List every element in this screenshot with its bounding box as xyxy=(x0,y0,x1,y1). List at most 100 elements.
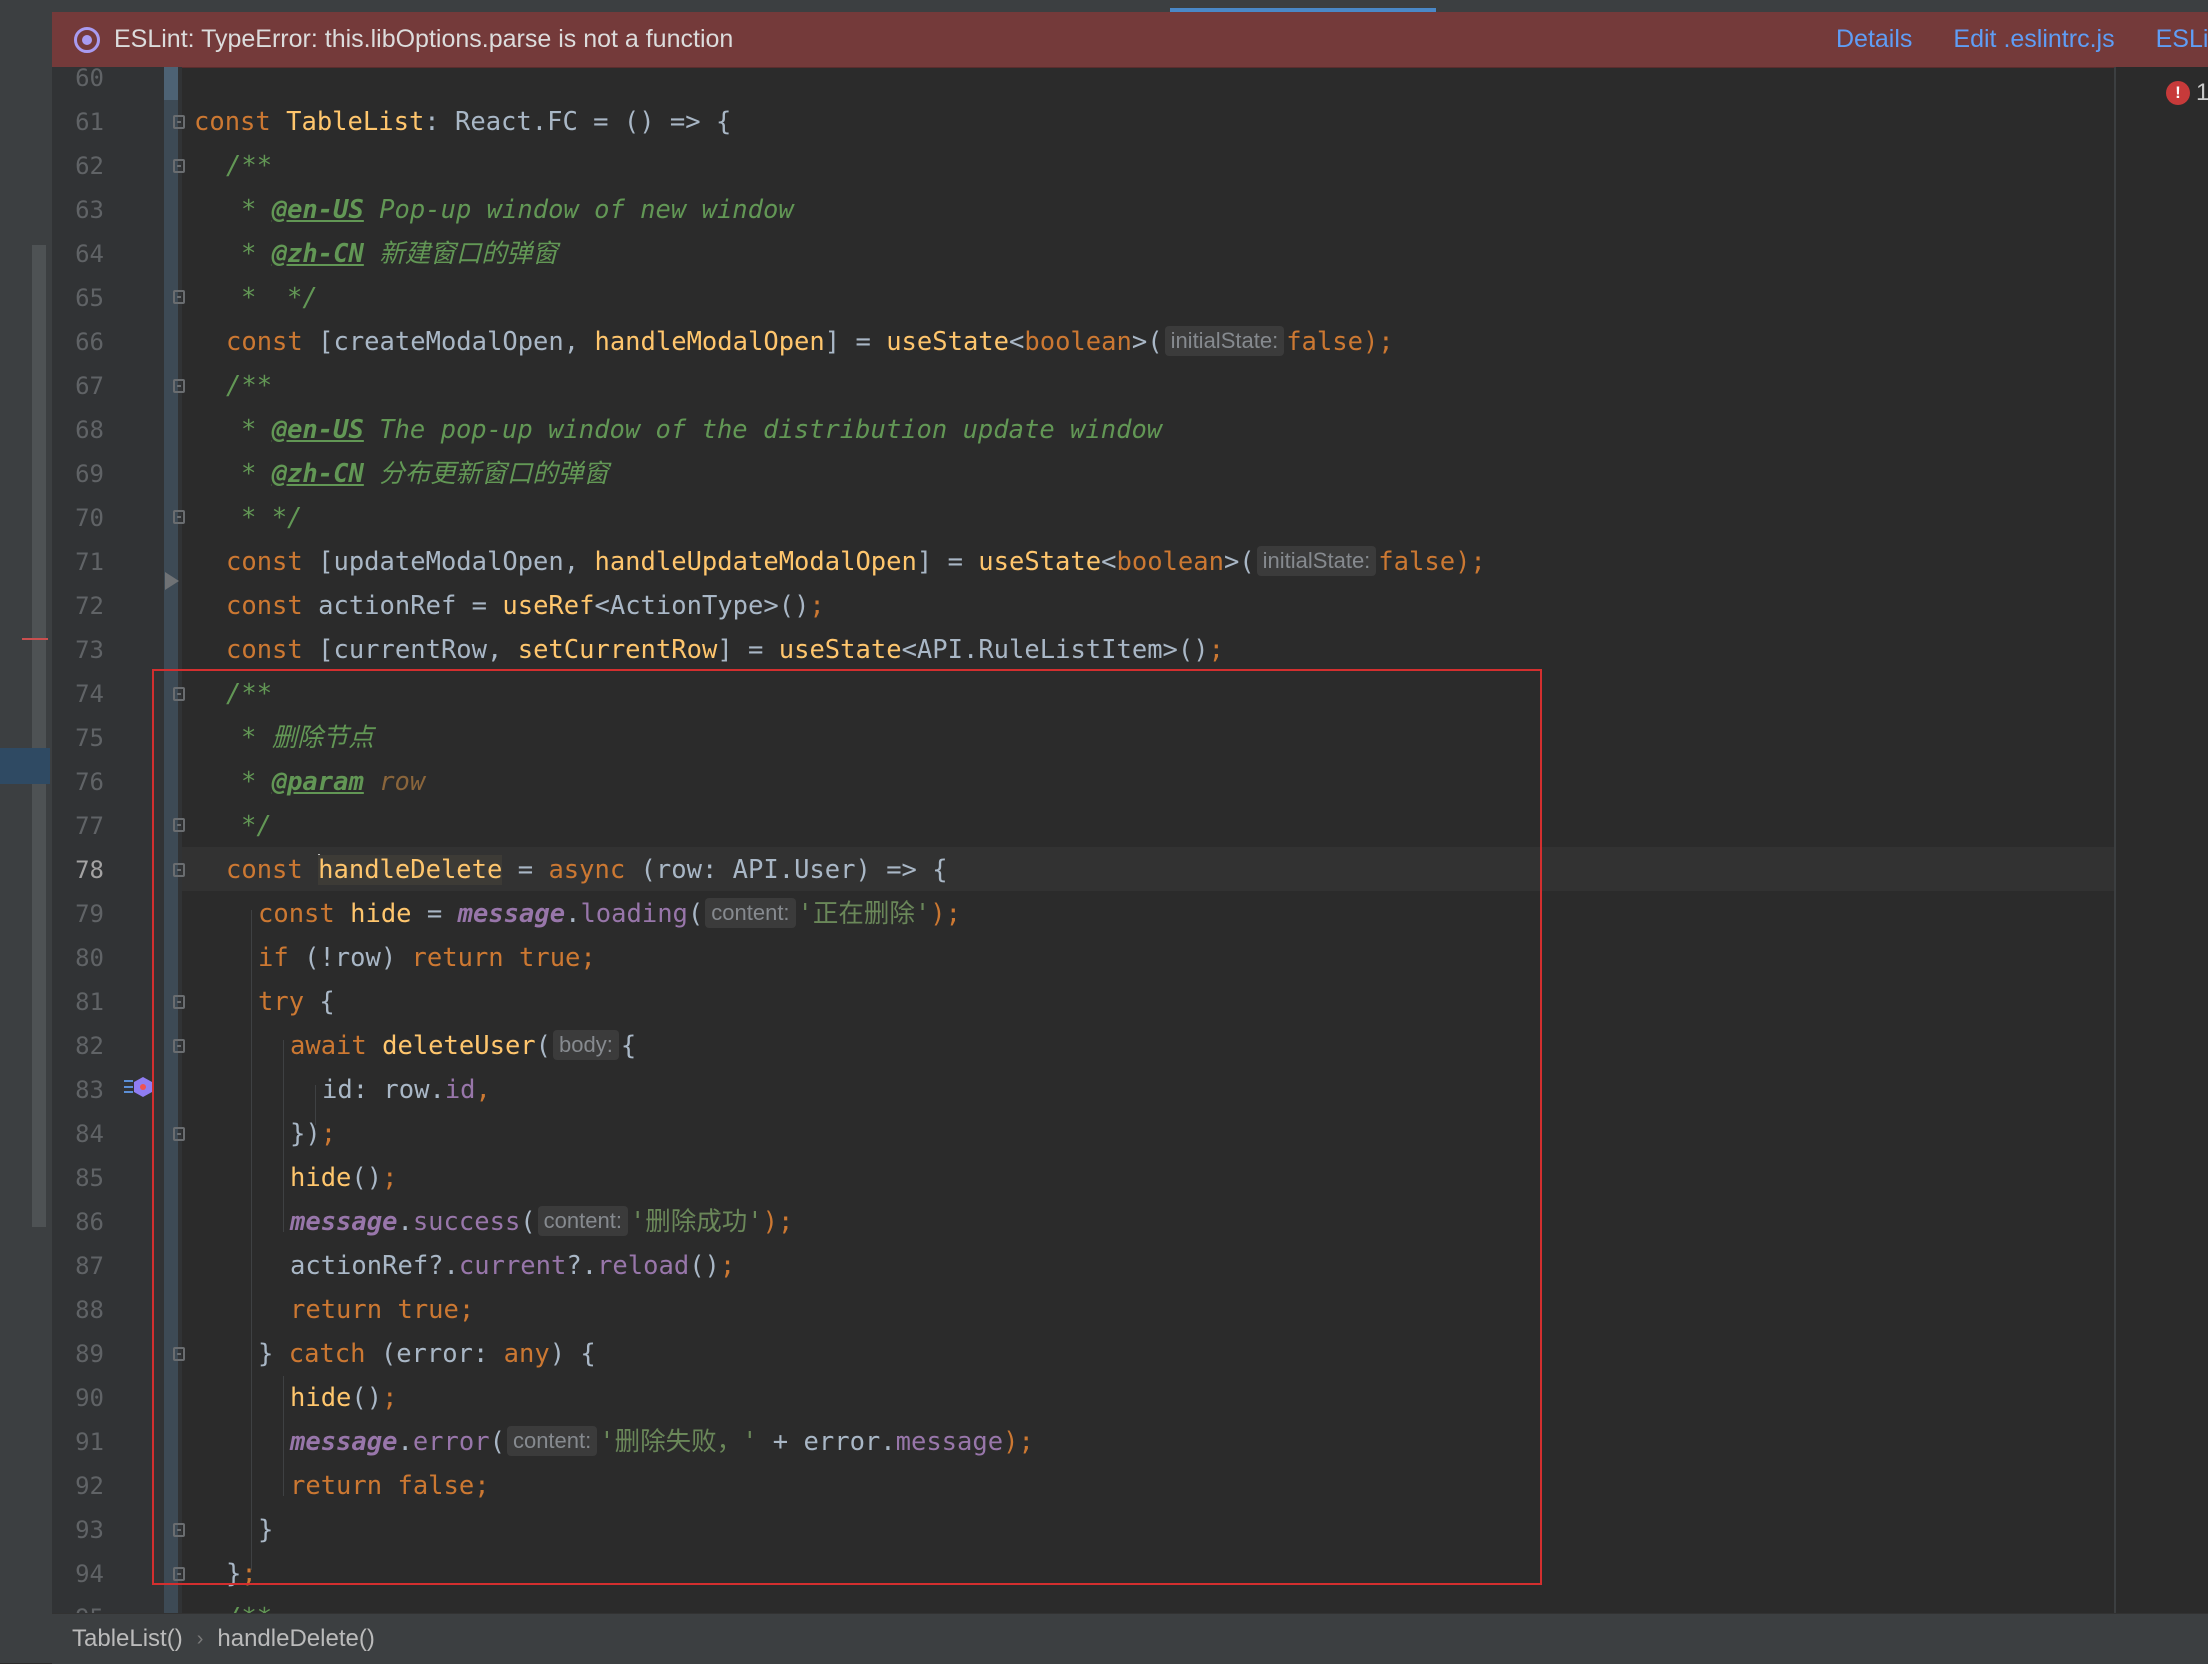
scroll-track[interactable] xyxy=(32,245,46,1227)
fold-marker[interactable] xyxy=(173,159,185,173)
line-number[interactable]: 76 xyxy=(52,760,104,804)
fold-marker[interactable] xyxy=(173,995,185,1009)
inspection-widget[interactable]: ! 1 xyxy=(2114,67,2208,1613)
line-number[interactable]: 75 xyxy=(52,716,104,760)
code-line-87[interactable]: actionRef?.current?.reload(); xyxy=(290,1244,735,1288)
code-line-69[interactable]: * @zh-CN 分布更新窗口的弹窗 xyxy=(241,452,609,496)
code-line-64[interactable]: * @zh-CN 新建窗口的弹窗 xyxy=(241,232,558,276)
fold-marker[interactable] xyxy=(173,1347,185,1361)
code-line-94[interactable]: }; xyxy=(226,1552,257,1596)
fold-marker[interactable] xyxy=(173,290,185,304)
line-number[interactable]: 71 xyxy=(52,540,104,584)
line-number[interactable]: 84 xyxy=(52,1112,104,1156)
code-line-86[interactable]: message.success(content: '删除成功'); xyxy=(290,1200,793,1244)
code-line-93[interactable]: } xyxy=(258,1508,273,1552)
line-number[interactable]: 93 xyxy=(52,1508,104,1552)
code-line-74[interactable]: /** xyxy=(226,672,272,716)
code-line-77[interactable]: */ xyxy=(241,804,272,848)
line-number[interactable]: 89 xyxy=(52,1332,104,1376)
line-number[interactable]: 60 xyxy=(52,56,104,100)
code-line-80[interactable]: if (!row) return true; xyxy=(258,936,596,980)
line-number[interactable]: 83 xyxy=(52,1068,104,1112)
method-breakpoint-icon[interactable] xyxy=(124,1077,152,1097)
line-number[interactable]: 77 xyxy=(52,804,104,848)
fold-marker[interactable] xyxy=(173,115,185,129)
code-line-89[interactable]: } catch (error: any) { xyxy=(258,1332,596,1376)
fold-marker[interactable] xyxy=(173,510,185,524)
fold-marker[interactable] xyxy=(173,1567,185,1581)
line-number[interactable]: 66 xyxy=(52,320,104,364)
line-number[interactable]: 64 xyxy=(52,232,104,276)
line-number[interactable]: 86 xyxy=(52,1200,104,1244)
token: (error: xyxy=(365,1339,504,1369)
fold-marker[interactable] xyxy=(173,1039,185,1053)
line-number[interactable]: 72 xyxy=(52,584,104,628)
vcs-change-marker-top[interactable] xyxy=(164,67,178,100)
code-line-85[interactable]: hide(); xyxy=(290,1156,398,1200)
fold-marker[interactable] xyxy=(173,863,185,877)
line-number[interactable]: 73 xyxy=(52,628,104,672)
line-number[interactable]: 94 xyxy=(52,1552,104,1596)
code-line-81[interactable]: try { xyxy=(258,980,335,1024)
left-tool-strip[interactable] xyxy=(0,0,52,1663)
fold-marker[interactable] xyxy=(173,818,185,832)
code-line-67[interactable]: /** xyxy=(226,364,272,408)
line-number[interactable]: 65 xyxy=(52,276,104,320)
line-number[interactable]: 88 xyxy=(52,1288,104,1332)
fold-marker[interactable] xyxy=(173,1127,185,1141)
line-number[interactable]: 90 xyxy=(52,1376,104,1420)
line-number[interactable]: 69 xyxy=(52,452,104,496)
line-number[interactable]: 91 xyxy=(52,1420,104,1464)
code-line-65[interactable]: * */ xyxy=(241,276,318,320)
line-number[interactable]: 61 xyxy=(52,100,104,144)
line-number[interactable]: 62 xyxy=(52,144,104,188)
code-line-78[interactable]: const handleDelete = async (row: API.Use… xyxy=(226,848,948,892)
breadcrumb-item-tablelist[interactable]: TableList() xyxy=(72,1625,183,1653)
code-line-91[interactable]: message.error(content: '删除失败，' + error.me… xyxy=(290,1420,1034,1464)
line-number[interactable]: 70 xyxy=(52,496,104,540)
line-number[interactable]: 82 xyxy=(52,1024,104,1068)
code-line-82[interactable]: await deleteUser(body:{ xyxy=(290,1024,636,1068)
error-count-icon[interactable]: ! xyxy=(2166,81,2190,105)
code-line-76[interactable]: * @param row xyxy=(241,760,425,804)
eslint-settings-link[interactable]: ESLin xyxy=(2156,25,2208,54)
line-number[interactable]: 85 xyxy=(52,1156,104,1200)
code-line-88[interactable]: return true; xyxy=(290,1288,474,1332)
code-line-62[interactable]: /** xyxy=(226,144,272,188)
code-line-68[interactable]: * @en-US The pop-up window of the distri… xyxy=(241,408,1162,452)
breadcrumb-item-handledelete[interactable]: handleDelete() xyxy=(217,1625,374,1653)
code-line-92[interactable]: return false; xyxy=(290,1464,490,1508)
line-number[interactable]: 67 xyxy=(52,364,104,408)
code-line-84[interactable]: }); xyxy=(290,1112,336,1156)
line-number[interactable]: 81 xyxy=(52,980,104,1024)
code-line-90[interactable]: hide(); xyxy=(290,1376,398,1420)
line-number[interactable]: 87 xyxy=(52,1244,104,1288)
edit-eslintrc-link[interactable]: Edit .eslintrc.js xyxy=(1953,25,2114,54)
token: false xyxy=(1286,327,1363,357)
code-line-63[interactable]: * @en-US Pop-up window of new window xyxy=(241,188,794,232)
details-link[interactable]: Details xyxy=(1836,25,1912,54)
code-line-70[interactable]: * */ xyxy=(241,496,302,540)
line-number[interactable]: 68 xyxy=(52,408,104,452)
line-number[interactable]: 80 xyxy=(52,936,104,980)
code-line-73[interactable]: const [currentRow, setCurrentRow] = useS… xyxy=(226,628,1224,672)
fold-marker[interactable] xyxy=(173,1523,185,1537)
code-line-72[interactable]: const actionRef = useRef<ActionType>(); xyxy=(226,584,825,628)
line-number[interactable]: 95 xyxy=(52,1596,104,1613)
code-line-61[interactable]: const TableList: React.FC = () => { xyxy=(194,100,731,144)
code-line-83[interactable]: id: row.id, xyxy=(322,1068,491,1112)
line-number[interactable]: 63 xyxy=(52,188,104,232)
line-number[interactable]: 74 xyxy=(52,672,104,716)
code-line-66[interactable]: const [createModalOpen, handleModalOpen]… xyxy=(226,320,1394,364)
code-line-71[interactable]: const [updateModalOpen, handleUpdateModa… xyxy=(226,540,1486,584)
collapsed-fold-arrow-icon[interactable] xyxy=(165,572,179,590)
fold-marker[interactable] xyxy=(173,379,185,393)
code-line-95[interactable]: /** xyxy=(226,1596,272,1613)
code-line-79[interactable]: const hide = message.loading(content: '正在… xyxy=(258,892,961,936)
line-number[interactable]: 79 xyxy=(52,892,104,936)
fold-marker[interactable] xyxy=(173,687,185,701)
code-line-75[interactable]: * 删除节点 xyxy=(241,716,374,760)
line-number[interactable]: 92 xyxy=(52,1464,104,1508)
error-count[interactable]: 1 xyxy=(2196,79,2208,107)
line-number-current[interactable]: 78 xyxy=(52,848,104,892)
